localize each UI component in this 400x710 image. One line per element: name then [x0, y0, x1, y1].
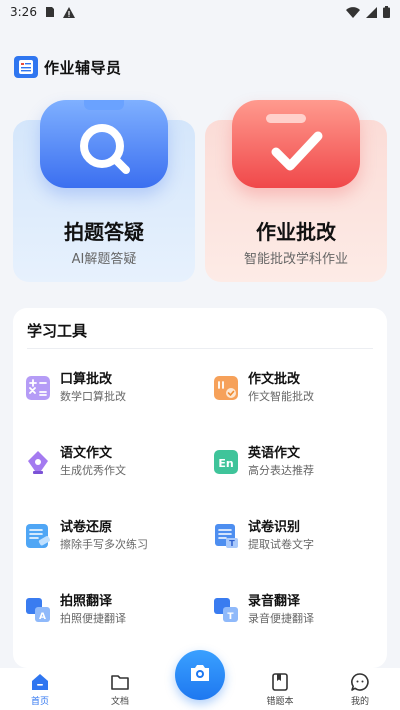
- nav-documents[interactable]: 文档: [92, 672, 148, 707]
- card-title: 拍题答疑: [64, 220, 144, 244]
- svg-text:A: A: [39, 612, 46, 622]
- tool-desc: 高分表达推荐: [248, 464, 314, 477]
- svg-text:En: En: [218, 457, 233, 470]
- chat-profile-icon: [350, 672, 370, 692]
- tool-name: 试卷识别: [248, 520, 301, 535]
- tool-mental-math[interactable]: 口算批改 数学口算批改: [25, 366, 205, 410]
- tool-paper-scan[interactable]: T 试卷识别 提取试卷文字: [213, 514, 393, 558]
- divider: [27, 348, 373, 349]
- warning-icon: [62, 6, 75, 18]
- paper-restore-icon: [25, 523, 51, 549]
- homework-correct-card[interactable]: 作业批改 智能批改学科作业: [205, 100, 387, 282]
- tool-name: 录音翻译: [248, 594, 301, 609]
- tool-desc: 数学口算批改: [60, 390, 126, 403]
- tools-title: 学习工具: [27, 322, 88, 340]
- status-time: 3:26: [10, 5, 37, 19]
- pen-nib-icon: [25, 449, 51, 475]
- learning-tools-panel: 学习工具 口算批改 数学口算批改 作文批改 作文智能批改 语文作文 生成优秀作文…: [13, 308, 387, 668]
- tool-name: 拍照翻译: [60, 594, 113, 609]
- tool-desc: 提取试卷文字: [248, 538, 314, 551]
- nav-profile[interactable]: 我的: [332, 672, 388, 707]
- camera-icon: [188, 663, 212, 687]
- card-subtitle: AI解题答疑: [71, 252, 137, 267]
- nav-mistakes[interactable]: 错题本: [252, 672, 308, 707]
- checkmark-icon: [232, 100, 360, 188]
- nav-label: 首页: [30, 697, 49, 707]
- tool-paper-restore[interactable]: 试卷还原 擦除手写多次练习: [25, 514, 205, 558]
- english-en-icon: En: [213, 449, 239, 475]
- app-header: 作业辅导员: [14, 56, 122, 78]
- nav-home[interactable]: 首页: [12, 672, 68, 707]
- tool-name: 语文作文: [60, 446, 113, 461]
- home-icon: [30, 672, 50, 692]
- tool-audio-translate[interactable]: T 录音翻译 录音便捷翻译: [213, 588, 393, 632]
- math-calc-icon: [25, 375, 51, 401]
- status-bar: 3:26: [0, 0, 400, 24]
- svg-text:T: T: [229, 539, 235, 548]
- tool-name: 作文批改: [248, 372, 301, 387]
- app-title: 作业辅导员: [44, 58, 122, 77]
- nav-label: 错题本: [266, 697, 294, 707]
- tool-desc: 拍照便捷翻译: [60, 612, 126, 625]
- tool-photo-translate[interactable]: A 拍照翻译 拍照便捷翻译: [25, 588, 205, 632]
- folder-icon: [110, 672, 130, 692]
- tool-desc: 生成优秀作文: [60, 464, 126, 477]
- card-title: 作业批改: [256, 220, 336, 244]
- tool-chinese-essay[interactable]: 语文作文 生成优秀作文: [25, 440, 205, 484]
- notebook-icon: [270, 672, 290, 692]
- tool-desc: 录音便捷翻译: [248, 612, 314, 625]
- tool-name: 英语作文: [248, 446, 301, 461]
- battery-icon: [383, 6, 390, 18]
- audio-translate-icon: T: [213, 597, 239, 623]
- notebook-icon: [14, 56, 38, 78]
- photo-question-card[interactable]: 拍题答疑 AI解题答疑: [13, 100, 195, 282]
- card-subtitle: 智能批改学科作业: [243, 252, 348, 267]
- nav-label: 文档: [110, 697, 129, 707]
- tool-name: 口算批改: [60, 372, 113, 387]
- camera-button[interactable]: [175, 650, 225, 700]
- photo-translate-icon: A: [25, 597, 51, 623]
- wifi-icon: [346, 6, 360, 18]
- essay-correct-icon: [213, 375, 239, 401]
- signal-icon: [366, 6, 377, 18]
- tool-desc: 作文智能批改: [248, 390, 314, 403]
- nav-label: 我的: [350, 697, 369, 707]
- tool-essay-correct[interactable]: 作文批改 作文智能批改: [213, 366, 393, 410]
- tool-name: 试卷还原: [60, 520, 113, 535]
- paper-scan-icon: T: [213, 523, 239, 549]
- sim-icon: [45, 6, 55, 18]
- magnifier-icon: [40, 100, 168, 188]
- tool-english-essay[interactable]: En 英语作文 高分表达推荐: [213, 440, 393, 484]
- svg-text:T: T: [227, 612, 234, 622]
- tool-desc: 擦除手写多次练习: [60, 538, 148, 551]
